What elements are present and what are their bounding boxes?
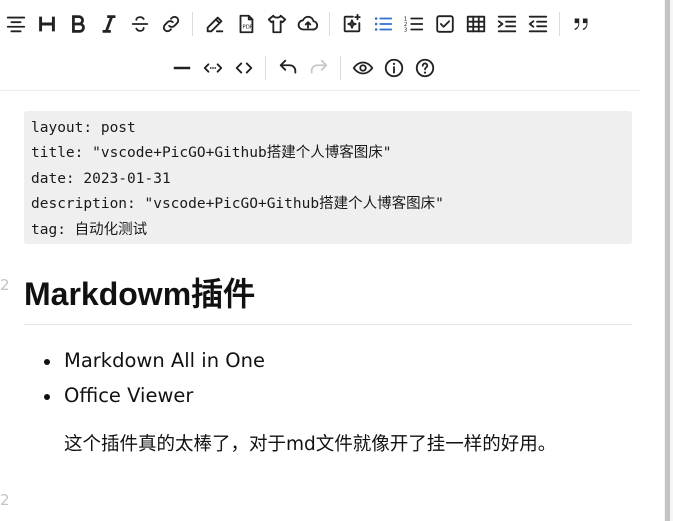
indent-icon (497, 15, 516, 33)
link-icon (162, 15, 179, 33)
front-matter-line: layout: post (31, 120, 136, 136)
italic-icon (102, 15, 115, 33)
toolbar-row-1: PDF 1 2 3 (0, 8, 597, 40)
svg-text:3: 3 (403, 27, 407, 33)
cloud-upload-button[interactable] (292, 9, 323, 39)
add-image-button[interactable] (336, 9, 367, 39)
front-matter-line: title: "vscode+PicGO+Github搭建个人博客图床" (31, 145, 392, 162)
italic-button[interactable] (93, 9, 124, 39)
scrollbar-thumb[interactable] (665, 0, 670, 521)
toolbar-separator (265, 56, 266, 80)
preview-eye-button[interactable] (347, 53, 378, 83)
link-button[interactable] (155, 9, 186, 39)
line-number: 2 (0, 491, 10, 509)
front-matter-block[interactable]: layout: post title: "vscode+PicGO+Github… (24, 111, 632, 244)
undo-icon (279, 59, 296, 74)
toolbar-separator (192, 12, 193, 36)
outdent-icon (528, 15, 547, 33)
heading-icon (38, 16, 55, 32)
pdf-icon: PDF (239, 14, 253, 34)
edit-button[interactable] (199, 9, 230, 39)
redo-icon (310, 59, 327, 74)
heading-1[interactable]: Markdowm插件 (24, 274, 255, 314)
table-icon (466, 15, 485, 33)
bold-button[interactable] (62, 9, 93, 39)
code-block-button[interactable] (228, 53, 259, 83)
strikethrough-button[interactable] (124, 9, 155, 39)
heading-divider (24, 324, 632, 325)
info-button[interactable] (378, 53, 409, 83)
bullet-dot (44, 394, 50, 400)
heading-button[interactable] (31, 9, 62, 39)
edit-icon (206, 16, 223, 33)
svg-text:PDF: PDF (242, 25, 253, 31)
code-block-icon (235, 62, 252, 74)
toolbar-row-2 (166, 52, 440, 84)
front-matter-line: date: 2023-01-31 (31, 170, 171, 187)
bullet-list-button[interactable] (367, 9, 398, 39)
list-item[interactable]: Markdown All in One (24, 344, 265, 379)
front-matter-line: description: "vscode+PicGO+Github搭建个人博客图… (31, 196, 444, 213)
redo-button[interactable] (303, 53, 334, 83)
list-item[interactable]: Office Viewer (24, 379, 265, 414)
help-button[interactable] (409, 53, 440, 83)
shirt-button[interactable] (261, 9, 292, 39)
horizontal-rule-icon (173, 66, 190, 70)
toolbar-separator (559, 12, 560, 36)
toolbar-separator (340, 56, 341, 80)
shirt-icon (267, 14, 286, 34)
line-number: 2 (0, 276, 10, 294)
help-icon (415, 58, 434, 78)
checkbox-icon (435, 15, 454, 33)
toolbar-separator (329, 12, 330, 36)
bullet-list: Markdown All in One Office Viewer (24, 344, 265, 414)
indent-button[interactable] (491, 9, 522, 39)
outdent-button[interactable] (522, 9, 553, 39)
numbered-list-button[interactable]: 123 (398, 9, 429, 39)
list-paragraph[interactable]: 这个插件真的太棒了，对于md文件就像开了挂一样的好用。 (64, 430, 556, 460)
quote-icon (574, 18, 587, 30)
markdown-editor: PDF 1 2 3 layout: post title: "vscode+PicGO… (0, 0, 660, 521)
cloud-upload-icon (297, 15, 318, 31)
horizontal-rule-button[interactable] (166, 53, 197, 83)
info-icon (384, 58, 403, 78)
numbered-list-icon: 123 (403, 16, 423, 33)
align-button[interactable] (0, 9, 31, 39)
bullet-dot (44, 359, 50, 365)
bullet-list-icon (374, 17, 392, 31)
quote-button[interactable] (566, 9, 597, 39)
bold-icon (71, 15, 85, 33)
undo-button[interactable] (272, 53, 303, 83)
editor-toolbar: PDF 1 2 3 (0, 0, 640, 91)
preview-eye-icon (352, 61, 373, 75)
front-matter-line: tag: 自动化测试 (31, 221, 148, 238)
inline-code-button[interactable] (197, 53, 228, 83)
pdf-button[interactable]: PDF (230, 9, 261, 39)
list-item-text: Markdown All in One (64, 349, 265, 372)
align-icon (6, 16, 25, 33)
list-item-text: Office Viewer (64, 384, 194, 407)
add-image-icon (343, 13, 361, 33)
checkbox-button[interactable] (429, 9, 460, 39)
strikethrough-icon (131, 16, 148, 32)
inline-code-icon (203, 63, 222, 73)
table-button[interactable] (460, 9, 491, 39)
